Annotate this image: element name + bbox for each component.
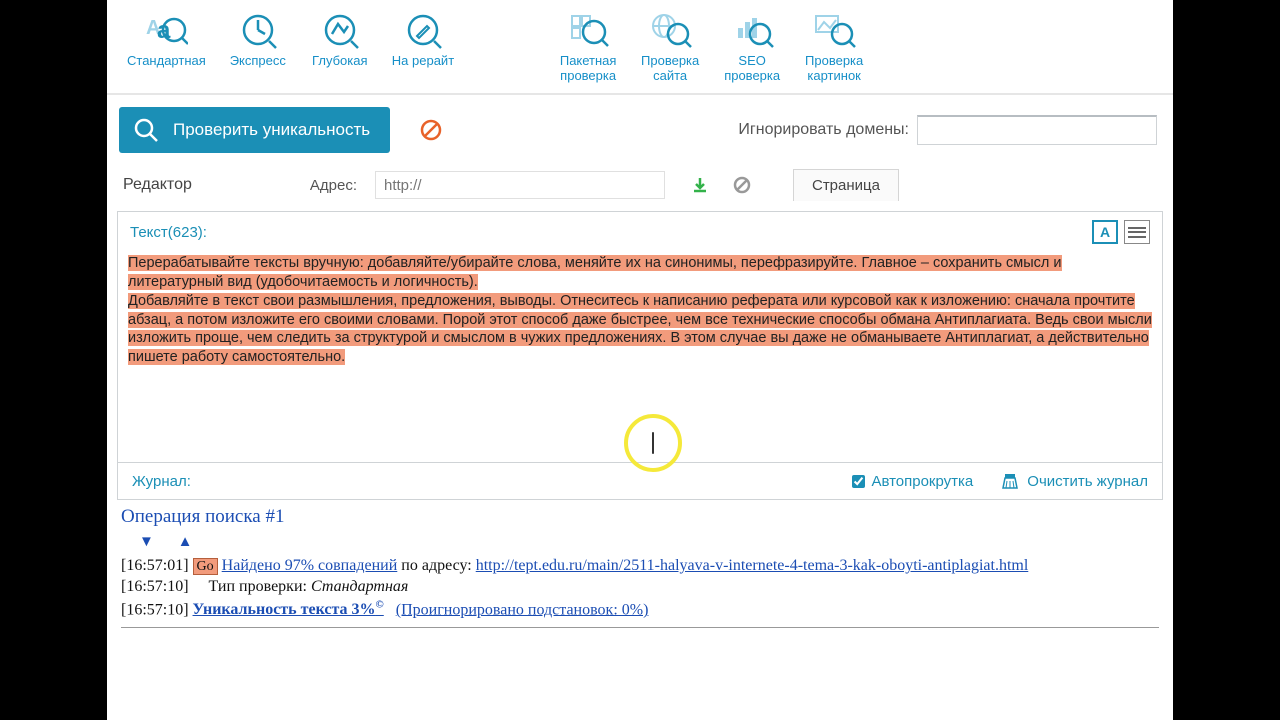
tool-label: На рерайт [392, 54, 454, 69]
tool-label: Стандартная [127, 54, 206, 69]
tool-label: Пакетная проверка [560, 54, 617, 84]
seo-mag-icon [730, 8, 774, 52]
log-text: по адресу: [397, 557, 475, 574]
log-timestamp: [16:57:01] [121, 557, 189, 574]
ignored-subs-link[interactable]: (Проигнорировано подстановок: 0%) [396, 601, 649, 618]
tool-images[interactable]: Проверка картинок [804, 8, 864, 93]
journal-label: Журнал: [132, 473, 191, 490]
check-type-value: Стандартная [311, 578, 408, 595]
tool-seo[interactable]: SEO проверка [722, 8, 782, 93]
lines-tool-icon[interactable] [1124, 220, 1150, 244]
tool-rewrite[interactable]: На рерайт [392, 8, 454, 93]
text-count-label: Текст(623): [130, 224, 207, 241]
globe-mag-icon [648, 8, 692, 52]
editor-label: Редактор [123, 176, 192, 194]
tab-page[interactable]: Страница [793, 169, 899, 201]
match-link[interactable]: Найдено 97% совпадений [222, 557, 398, 574]
tool-standard[interactable]: Aa Стандартная [127, 8, 206, 93]
tool-label: Глубокая [312, 54, 367, 69]
editor-bar: Редактор Адрес: Страница [107, 163, 1173, 211]
autoscroll-checkbox[interactable]: Автопрокрутка [852, 473, 973, 490]
text-editor[interactable]: Перерабатывайте тексты вручную: добавляй… [118, 252, 1162, 462]
stop-icon[interactable] [420, 119, 442, 141]
ignore-domains-label: Игнорировать домены: [738, 121, 909, 139]
uniqueness-link[interactable]: Уникальность текста 3%© [193, 601, 384, 618]
batch-mag-icon [566, 8, 610, 52]
address-input[interactable] [375, 171, 665, 199]
autoscroll-label: Автопрокрутка [871, 473, 973, 490]
highlighted-text: Добавляйте в текст свои размышления, пре… [128, 293, 1152, 366]
app-window: Aa Стандартная Экспресс Глубокая На рера… [107, 0, 1173, 720]
ignore-domains-input[interactable] [917, 115, 1157, 145]
log-line: [16:57:10] Тип проверки: Стандартная [121, 578, 1159, 596]
highlighted-text: Перерабатывайте тексты вручную: добавляй… [128, 255, 1062, 290]
image-mag-icon [812, 8, 856, 52]
log-timestamp: [16:57:10] [121, 578, 189, 595]
cursor-indicator-icon [624, 414, 682, 472]
tool-label: Экспресс [230, 54, 286, 69]
download-icon[interactable] [691, 176, 709, 194]
sort-arrows-icon[interactable]: ▼ ▲ [121, 534, 1159, 551]
address-label: Адрес: [310, 177, 357, 194]
tool-express[interactable]: Экспресс [228, 8, 288, 93]
source-url-link[interactable]: http://tept.edu.ru/main/2511-halyava-v-i… [476, 557, 1029, 574]
go-badge[interactable]: Go [193, 558, 218, 575]
tool-label: SEO проверка [724, 54, 780, 84]
log-panel: Операция поиска #1 ▼ ▲ [16:57:01] Go Най… [121, 506, 1159, 628]
tool-batch[interactable]: Пакетная проверка [558, 8, 618, 93]
check-type-label: Тип проверки: [209, 578, 311, 595]
log-timestamp: [16:57:10] [121, 601, 189, 618]
text-panel: Текст(623): A Перерабатывайте тексты вру… [117, 211, 1163, 463]
block-icon[interactable] [733, 176, 751, 194]
tool-label: Проверка сайта [641, 54, 699, 84]
tool-site[interactable]: Проверка сайта [640, 8, 700, 93]
text-panel-header: Текст(623): A [118, 212, 1162, 252]
clock-mag-icon [236, 8, 280, 52]
deep-mag-icon [318, 8, 362, 52]
action-bar: Проверить уникальность Игнорировать доме… [107, 95, 1173, 163]
tool-label: Проверка картинок [805, 54, 863, 84]
autoscroll-input[interactable] [852, 475, 865, 488]
top-toolbar: Aa Стандартная Экспресс Глубокая На рера… [107, 0, 1173, 95]
tool-deep[interactable]: Глубокая [310, 8, 370, 93]
check-label: Проверить уникальность [173, 120, 370, 140]
log-line: [16:57:01] Go Найдено 97% совпадений по … [121, 557, 1159, 575]
search-icon [133, 117, 159, 143]
aa-mag-icon: Aa [144, 8, 188, 52]
log-divider [121, 627, 1159, 628]
log-title: Операция поиска #1 [121, 506, 1159, 528]
log-line: [16:57:10] Уникальность текста 3%© (Прои… [121, 599, 1159, 619]
pen-mag-icon [401, 8, 445, 52]
check-uniqueness-button[interactable]: Проверить уникальность [119, 107, 390, 153]
clear-journal-button[interactable]: Очистить журнал [1001, 472, 1148, 490]
font-tool-icon[interactable]: A [1092, 220, 1118, 244]
broom-icon [1001, 472, 1019, 490]
clear-journal-label: Очистить журнал [1027, 473, 1148, 490]
